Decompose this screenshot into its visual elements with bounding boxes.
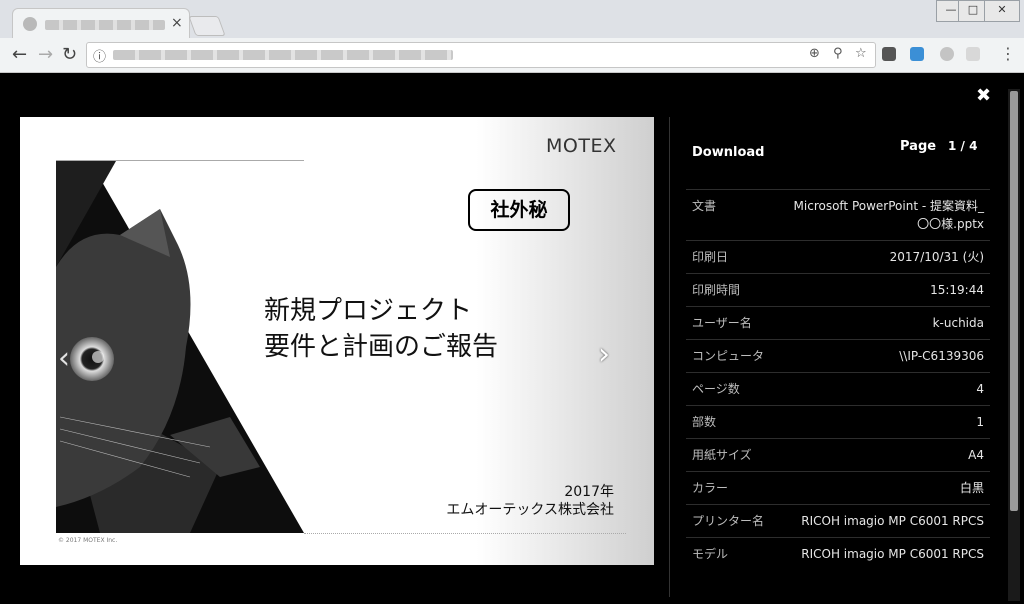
slide-copyright: © 2017 MOTEX Inc. — [58, 537, 118, 544]
info-value: 15:19:44 — [930, 283, 984, 297]
back-icon[interactable]: ← — [12, 44, 27, 65]
panel-scrollbar[interactable] — [1008, 89, 1020, 601]
info-row-paper-size: 用紙サイズ A4 — [686, 438, 990, 471]
info-key: 印刷時間 — [692, 283, 741, 297]
info-key: モデル — [692, 547, 729, 561]
info-key: ページ数 — [692, 382, 740, 396]
pin-icon[interactable]: ⚲ — [833, 46, 843, 61]
info-key: 印刷日 — [692, 250, 729, 264]
browser-toolbar: ← → ↻ ⓘ ⊕ ⚲ ☆ ⋮ — [0, 38, 1024, 72]
address-bar[interactable]: ⓘ ⊕ ⚲ ☆ — [86, 42, 876, 68]
info-value: RICOH imagio MP C6001 RPCS — [801, 514, 984, 528]
page-label: Page — [900, 139, 937, 154]
info-key: 部数 — [692, 415, 717, 429]
browser-menu-icon[interactable]: ⋮ — [1000, 44, 1016, 63]
info-value: 1 — [976, 415, 984, 429]
url-redacted — [113, 50, 453, 60]
info-value: k-uchida — [932, 316, 984, 330]
forward-icon[interactable]: → — [38, 44, 53, 65]
info-row-print-time: 印刷時間 15:19:44 — [686, 273, 990, 306]
info-value: \\IP-C6139306 — [899, 349, 984, 363]
download-link[interactable]: Download — [692, 145, 764, 160]
tab-close-icon[interactable]: × — [171, 15, 183, 31]
reload-icon[interactable]: ↻ — [62, 44, 77, 65]
slide-title-line-2: 要件と計画のご報告 — [264, 332, 499, 362]
brand-logo: MOTEX — [546, 135, 617, 157]
tab-title-redacted — [45, 20, 165, 30]
info-row-page-count: ページ数 4 — [686, 372, 990, 405]
info-row-document: 文書 Microsoft PowerPoint - 提案資料_〇〇様.pptx — [686, 189, 990, 240]
info-row-color: カラー 白黒 — [686, 471, 990, 504]
slide-company: エムオーテックス株式会社 — [446, 502, 614, 518]
info-row-print-date: 印刷日 2017/10/31 (火) — [686, 240, 990, 273]
new-tab-button[interactable] — [188, 16, 226, 36]
slide-year: 2017年 — [564, 484, 614, 500]
info-key: 用紙サイズ — [692, 448, 752, 462]
panel-divider — [669, 117, 670, 597]
tab-strip: × — □ ✕ — [0, 0, 1024, 39]
extension-icon[interactable] — [882, 47, 896, 61]
window-close-button[interactable]: ✕ — [984, 0, 1020, 22]
info-value: A4 — [968, 448, 984, 462]
page-indicator: 1 / 4 — [948, 139, 978, 153]
browser-chrome: × — □ ✕ ← → ↻ ⓘ ⊕ ⚲ ☆ ⋮ — [0, 0, 1024, 73]
viewer-close-icon[interactable]: ✖ — [976, 85, 991, 106]
site-info-icon[interactable]: ⓘ — [93, 46, 106, 65]
info-value: RICOH imagio MP C6001 RPCS — [801, 547, 984, 561]
confidential-stamp: 社外秘 — [468, 189, 570, 231]
next-page-icon[interactable]: › — [598, 337, 610, 372]
bookmark-star-icon[interactable]: ☆ — [855, 46, 867, 61]
info-key: ユーザー名 — [692, 316, 752, 330]
extension-pdf-icon[interactable] — [966, 47, 980, 61]
info-value: 2017/10/31 (火) — [889, 250, 984, 264]
browser-tab[interactable]: × — [12, 8, 190, 39]
slide-title: 新規プロジェクト 要件と計画のご報告 — [264, 293, 498, 365]
info-row-model: モデル RICOH imagio MP C6001 RPCS — [686, 537, 990, 570]
info-value: 4 — [976, 382, 984, 396]
info-key: 文書 — [692, 199, 717, 213]
info-key: コンピュータ — [692, 349, 765, 363]
info-key: プリンター名 — [692, 514, 765, 528]
info-row-computer: コンピュータ \\IP-C6139306 — [686, 339, 990, 372]
slide-footer-rule — [304, 533, 626, 535]
zoom-icon[interactable]: ⊕ — [809, 46, 820, 61]
info-row-user: ユーザー名 k-uchida — [686, 306, 990, 339]
tab-favicon-icon — [23, 17, 37, 31]
info-value: Microsoft PowerPoint - 提案資料_〇〇様.pptx — [793, 199, 984, 231]
extension-blue-icon[interactable] — [910, 47, 924, 61]
document-viewer-overlay: ✖ MOTEX 社外秘 新規プロジェクト 要件と計画のご報告 2017年 エムオ… — [0, 73, 1024, 604]
extension-circle-icon[interactable] — [940, 47, 954, 61]
slide-preview: MOTEX 社外秘 新規プロジェクト 要件と計画のご報告 2017年 エムオーテ… — [20, 117, 654, 565]
info-value: 白黒 — [959, 481, 984, 495]
info-key: カラー — [692, 481, 729, 495]
info-table: 文書 Microsoft PowerPoint - 提案資料_〇〇様.pptx 印… — [686, 189, 990, 570]
previous-page-icon[interactable]: ‹ — [58, 341, 70, 376]
info-row-printer: プリンター名 RICOH imagio MP C6001 RPCS — [686, 504, 990, 537]
slide-title-line-1: 新規プロジェクト — [264, 296, 473, 326]
scrollbar-thumb[interactable] — [1010, 91, 1018, 511]
slide-header-rule — [56, 160, 304, 161]
info-row-copies: 部数 1 — [686, 405, 990, 438]
